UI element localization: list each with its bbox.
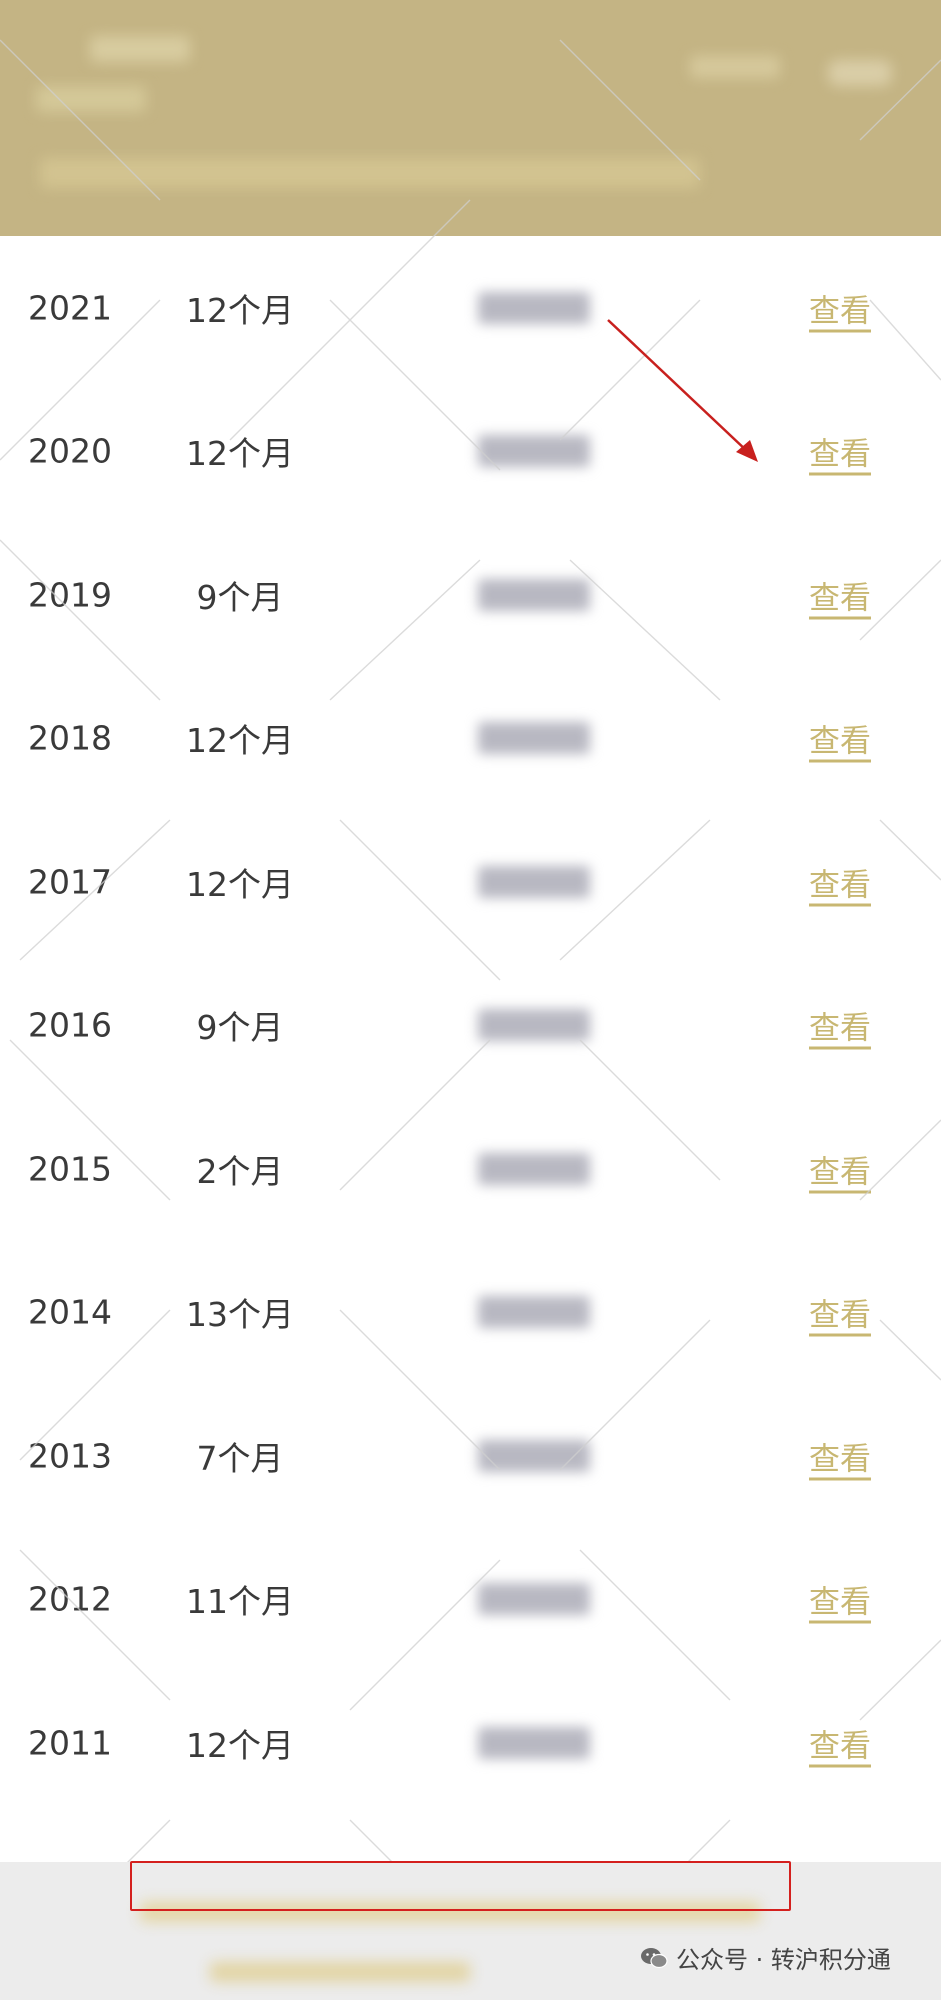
months-cell: 12个月 (186, 290, 294, 330)
year-cell: 2013 (28, 1436, 112, 1476)
view-link[interactable]: 查看 (800, 859, 880, 904)
months-cell: 9个月 (196, 1008, 284, 1048)
year-cell: 2014 (28, 1292, 112, 1332)
year-cell: 2020 (28, 431, 112, 471)
view-link[interactable]: 查看 (800, 285, 880, 330)
months-cell: 12个月 (186, 1725, 294, 1765)
months-cell: 7个月 (196, 1438, 284, 1478)
blurred-amount (478, 435, 590, 468)
blurred-amount (478, 1296, 590, 1329)
list-item: 2017 12个月 查看 (0, 810, 941, 954)
blurred-amount (478, 722, 590, 755)
months-cell: 12个月 (186, 434, 294, 474)
wechat-icon (641, 1947, 668, 1968)
blurred-amount (478, 291, 590, 324)
list-item: 2015 2个月 查看 (0, 1097, 941, 1241)
year-cell: 2021 (28, 288, 112, 328)
view-link[interactable]: 查看 (800, 429, 880, 474)
blurred-footer-text (210, 1962, 470, 1982)
list-item: 2013 7个月 查看 (0, 1384, 941, 1528)
list-item: 2021 12个月 查看 (0, 236, 941, 380)
highlight-annotation-box (130, 1861, 791, 1911)
page-header (0, 0, 941, 236)
blurred-amount (478, 1152, 590, 1185)
blurred-amount (478, 1009, 590, 1042)
blurred-amount (478, 1726, 590, 1759)
account-watermark: 公众号 · 转沪积分通 (640, 1940, 891, 1975)
view-link[interactable]: 查看 (800, 1720, 880, 1765)
year-cell: 2016 (28, 1005, 112, 1045)
months-cell: 11个月 (186, 1582, 294, 1622)
year-cell: 2011 (28, 1723, 112, 1763)
list-item: 2011 12个月 查看 (0, 1671, 941, 1815)
blurred-amount (478, 578, 590, 611)
year-cell: 2019 (28, 575, 112, 615)
blurred-title (90, 36, 190, 62)
list-item: 2016 9个月 查看 (0, 954, 941, 1098)
list-item: 2012 11个月 查看 (0, 1528, 941, 1672)
blurred-header-button[interactable] (828, 60, 892, 86)
payment-records-list: 2021 12个月 查看 2020 12个月 查看 2019 9个月 查看 20… (0, 236, 941, 1815)
year-cell: 2012 (28, 1579, 112, 1619)
blurred-amount (478, 1583, 590, 1616)
year-cell: 2015 (28, 1149, 112, 1189)
months-cell: 12个月 (186, 864, 294, 904)
list-item: 2020 12个月 查看 (0, 380, 941, 524)
list-item: 2018 12个月 查看 (0, 667, 941, 811)
blurred-subtitle (36, 86, 146, 112)
view-link[interactable]: 查看 (800, 1003, 880, 1048)
view-link[interactable]: 查看 (800, 1577, 880, 1622)
months-cell: 9个月 (196, 577, 284, 617)
account-label: 公众号 · 转沪积分通 (676, 1946, 891, 1974)
months-cell: 12个月 (186, 721, 294, 761)
months-cell: 13个月 (186, 1295, 294, 1335)
list-item: 2014 13个月 查看 (0, 1241, 941, 1385)
list-item: 2019 9个月 查看 (0, 523, 941, 667)
blurred-header-info (690, 56, 780, 78)
blurred-amount (478, 865, 590, 898)
view-link[interactable]: 查看 (800, 1433, 880, 1478)
view-link[interactable]: 查看 (800, 572, 880, 617)
view-link[interactable]: 查看 (800, 1290, 880, 1335)
blurred-amount (478, 1439, 590, 1472)
months-cell: 2个月 (196, 1151, 284, 1191)
blurred-column-headers (40, 158, 700, 188)
view-link[interactable]: 查看 (800, 716, 880, 761)
year-cell: 2017 (28, 862, 112, 902)
year-cell: 2018 (28, 718, 112, 758)
view-link[interactable]: 查看 (800, 1146, 880, 1191)
